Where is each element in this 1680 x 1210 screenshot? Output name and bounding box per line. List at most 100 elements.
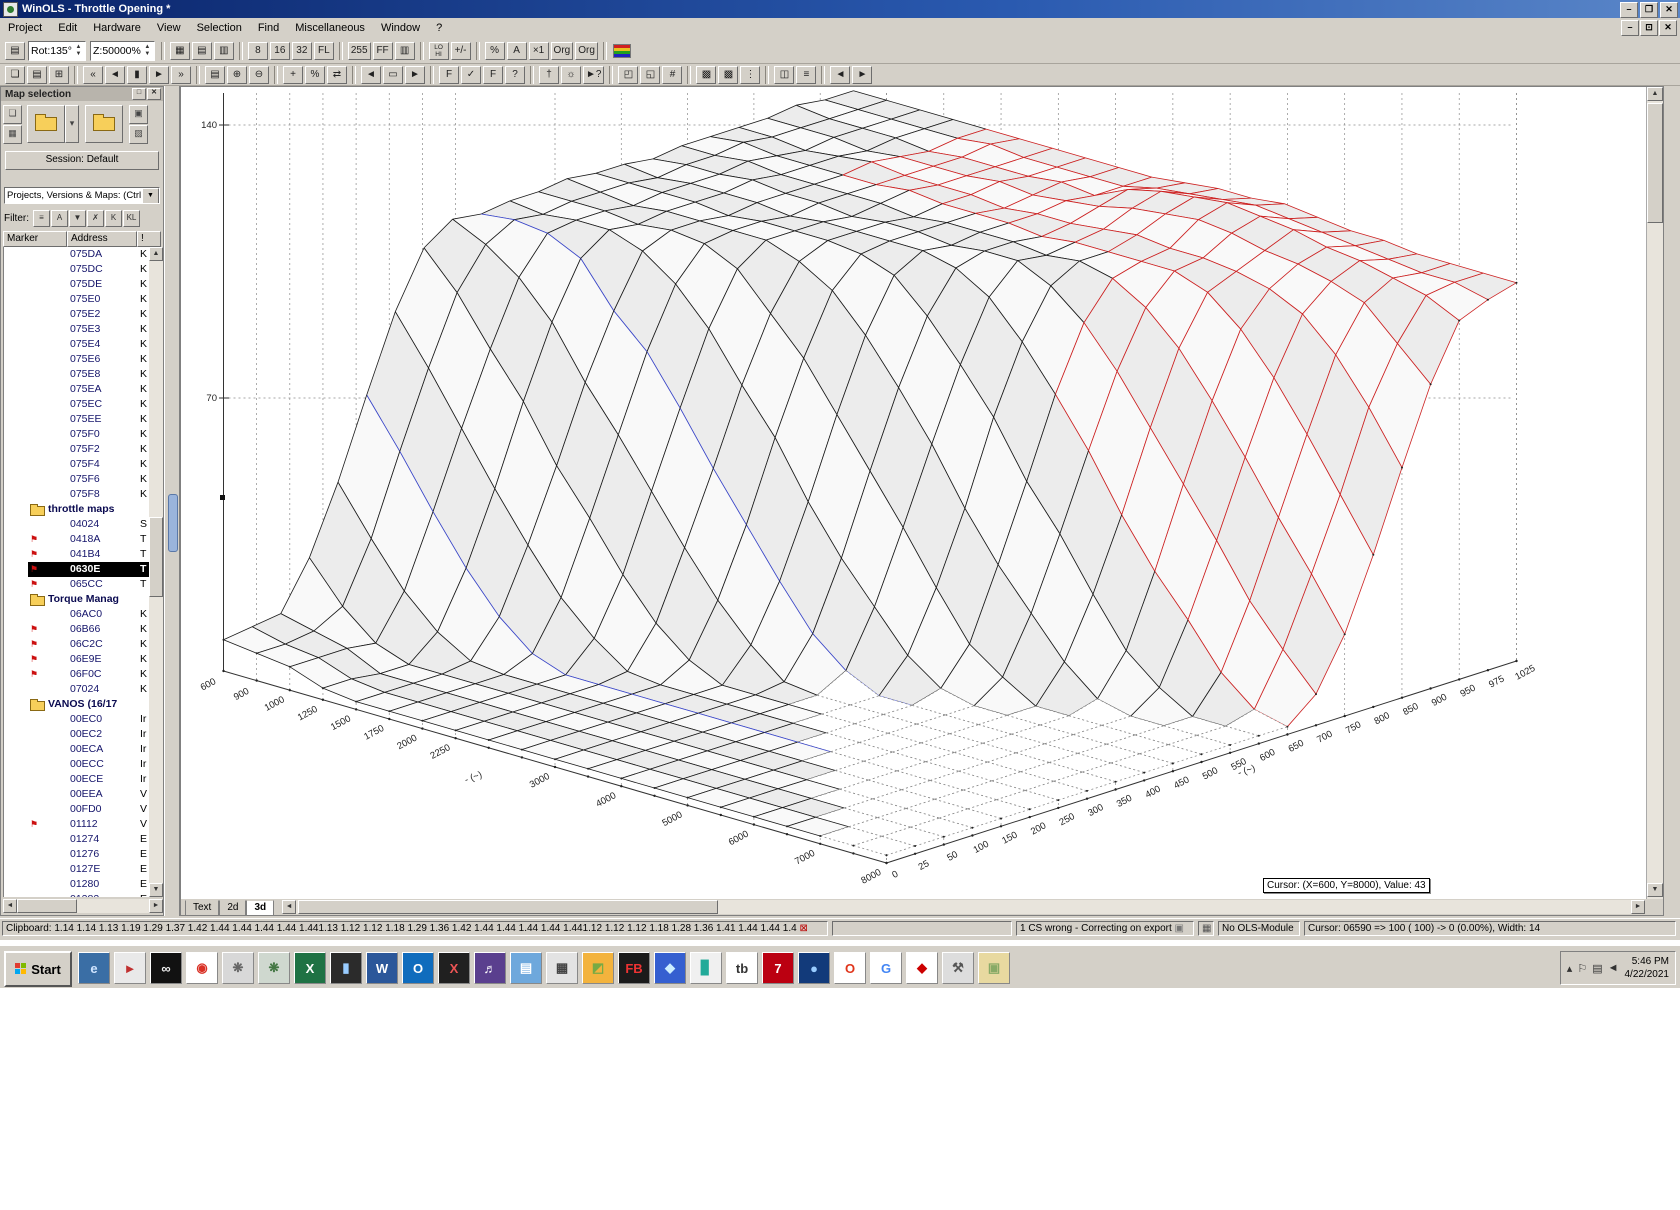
minimize-button[interactable]: – [1620, 2, 1638, 18]
toolbar2-button[interactable]: ⊖ [249, 65, 269, 84]
taskbar-icon[interactable]: ❋ [258, 952, 290, 984]
import-button[interactable] [85, 105, 123, 143]
toolbar1-button[interactable]: FL [313, 41, 334, 60]
scroll-up-icon[interactable]: ▲ [149, 247, 163, 261]
map-row[interactable]: 075EA K [4, 382, 150, 397]
toolbar1-button[interactable]: +/- [450, 41, 471, 60]
toolbar2-button[interactable]: ⊞ [49, 65, 69, 84]
panel-restore-button[interactable]: □ [132, 88, 146, 100]
map-row[interactable]: ⚑ 06E9E K [4, 652, 150, 667]
toolbar2-button[interactable]: ▩ [696, 65, 717, 84]
session-button[interactable]: Session: Default [5, 151, 159, 170]
toolbar2-button[interactable]: « [83, 65, 103, 84]
taskbar-icon[interactable]: e [78, 952, 110, 984]
toolbar2-button[interactable]: F [439, 65, 459, 84]
filter-button[interactable]: KL [123, 209, 140, 227]
tray-icon[interactable]: ▴ [1567, 962, 1573, 975]
scroll-right-icon[interactable]: ► [1631, 900, 1645, 914]
color-scale-icon[interactable] [612, 43, 631, 58]
toolbar2-button[interactable]: ► [149, 65, 169, 84]
map-row[interactable]: ⚑ 0418A T [4, 532, 150, 547]
taskbar-icon[interactable]: ▣ [978, 952, 1010, 984]
map-row[interactable]: ⚑ 065CC T [4, 577, 150, 592]
toolbar2-button[interactable]: + [283, 65, 303, 84]
toolbar2-button[interactable]: ▤ [205, 65, 225, 84]
view-mode-b-button[interactable]: ▨ [129, 125, 148, 144]
view-tab-2d[interactable]: 2d [219, 900, 247, 915]
toolbar2-button[interactable]: ⊕ [227, 65, 247, 84]
save-button[interactable]: ▦ [3, 125, 22, 144]
toolbar1-button[interactable]: 16 [269, 41, 290, 60]
plot-vscrollbar[interactable]: ▲ ▼ [1646, 87, 1663, 899]
map-row[interactable]: 075E8 K [4, 367, 150, 382]
filter-button[interactable]: ✗ [87, 209, 104, 227]
toolbar2-button[interactable]: † [539, 65, 559, 84]
toolbar1-button[interactable]: ×1 [528, 41, 549, 60]
toolbar1-button[interactable]: 255 [347, 41, 371, 60]
taskbar-icon[interactable]: ∞ [150, 952, 182, 984]
map-row[interactable]: 06AC0 K [4, 607, 150, 622]
map-row[interactable]: ⚑ 06F0C K [4, 667, 150, 682]
scroll-down-icon[interactable]: ▼ [149, 883, 163, 897]
map-row[interactable]: 00ECA Ir [4, 742, 150, 757]
splitter-handle[interactable] [168, 494, 178, 552]
taskbar-icon[interactable]: G [870, 952, 902, 984]
toolbar1-button[interactable]: Org [575, 41, 598, 60]
menu-item-view[interactable]: View [149, 20, 189, 36]
toolbar2-button[interactable]: ► [852, 65, 873, 84]
taskbar-icon[interactable]: O [402, 952, 434, 984]
taskbar-icon[interactable]: ◆ [906, 952, 938, 984]
toolbar2-button[interactable]: ✓ [461, 65, 481, 84]
tray-icon[interactable]: ◄ [1608, 962, 1619, 975]
toolbar1-button[interactable]: ▤ [191, 41, 212, 60]
view-tab-text[interactable]: Text [185, 900, 220, 915]
scroll-left-icon[interactable]: ◄ [282, 900, 297, 914]
map-selection-titlebar[interactable]: Map selection □ ✕ [1, 87, 163, 101]
scroll-down-icon[interactable]: ▼ [1647, 883, 1663, 897]
toolbar1-button[interactable]: 8 [247, 41, 268, 60]
toolbar2-button[interactable]: % [305, 65, 325, 84]
toolbar2-button[interactable]: F [483, 65, 503, 84]
map-row[interactable]: 0127E E [4, 862, 150, 877]
taskbar-icon[interactable]: FB [618, 952, 650, 984]
taskbar-icon[interactable]: ▦ [546, 952, 578, 984]
map-row[interactable]: 075E4 K [4, 337, 150, 352]
menu-item-selection[interactable]: Selection [189, 20, 250, 36]
map-row[interactable]: ⚑ 06B66 K [4, 622, 150, 637]
combo-dropdown-icon[interactable]: ▼ [142, 188, 159, 203]
maximize-button[interactable]: ❐ [1640, 2, 1658, 18]
taskbar-icon[interactable]: tb [726, 952, 758, 984]
map-row[interactable]: 07024 K [4, 682, 150, 697]
menu-item-edit[interactable]: Edit [50, 20, 85, 36]
tray-icon[interactable]: ▤ [1592, 962, 1602, 975]
map-row[interactable]: 075E0 K [4, 292, 150, 307]
map-row[interactable]: ⚑ 0630E T [4, 562, 150, 577]
menu-item-hardware[interactable]: Hardware [85, 20, 149, 36]
taskbar-icon[interactable]: ▮ [330, 952, 362, 984]
zoom-spinner[interactable]: ▲ ▼ [143, 44, 152, 58]
taskbar-icon[interactable]: ▤ [510, 952, 542, 984]
mdi-minimize-button[interactable]: – [1621, 20, 1639, 36]
toolbar1-button[interactable]: % [484, 41, 505, 60]
app-menu-icon[interactable]: ▤ [5, 41, 25, 60]
view-tab-3d[interactable]: 3d [246, 900, 275, 915]
scroll-up-icon[interactable]: ▲ [1647, 87, 1663, 101]
map-row[interactable]: 075F8 K [4, 487, 150, 502]
toolbar1-button[interactable]: Org [550, 41, 574, 60]
projects-maps-combo[interactable]: Projects, Versions & Maps: (Ctrl ▼ [4, 187, 160, 204]
view-mode-a-button[interactable]: ▣ [129, 105, 148, 124]
menu-item-[interactable]: ? [428, 20, 450, 36]
toolbar2-button[interactable]: ▮ [127, 65, 147, 84]
taskbar-icon[interactable]: ► [114, 952, 146, 984]
map-row[interactable]: 00FD0 V [4, 802, 150, 817]
open-project-button[interactable] [27, 105, 65, 143]
start-button[interactable]: Start [4, 951, 72, 987]
toolbar2-button[interactable]: ◄ [361, 65, 381, 84]
mdi-close-button[interactable]: ✕ [1659, 20, 1677, 36]
menu-item-project[interactable]: Project [0, 20, 50, 36]
map-row[interactable]: 04024 S [4, 517, 150, 532]
map-row[interactable]: 075EE K [4, 412, 150, 427]
taskbar-icon[interactable]: ⚒ [942, 952, 974, 984]
map-row[interactable]: 00ECC Ir [4, 757, 150, 772]
open-dropdown-button[interactable]: ▾ [65, 105, 79, 143]
